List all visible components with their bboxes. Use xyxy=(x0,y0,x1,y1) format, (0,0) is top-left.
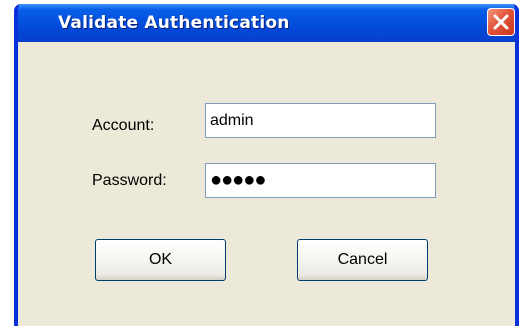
title-bar[interactable]: Validate Authentication xyxy=(18,4,515,42)
auth-dialog: Validate Authentication Account: Passwor… xyxy=(14,4,519,326)
dialog-title: Validate Authentication xyxy=(58,13,290,33)
close-icon xyxy=(493,14,509,30)
account-input[interactable] xyxy=(205,103,436,138)
cancel-button[interactable]: Cancel xyxy=(297,239,428,281)
ok-button[interactable]: OK xyxy=(95,239,226,281)
account-label: Account: xyxy=(92,117,155,134)
password-label: Password: xyxy=(92,172,167,189)
password-input[interactable] xyxy=(205,163,436,198)
close-button[interactable] xyxy=(487,8,515,36)
